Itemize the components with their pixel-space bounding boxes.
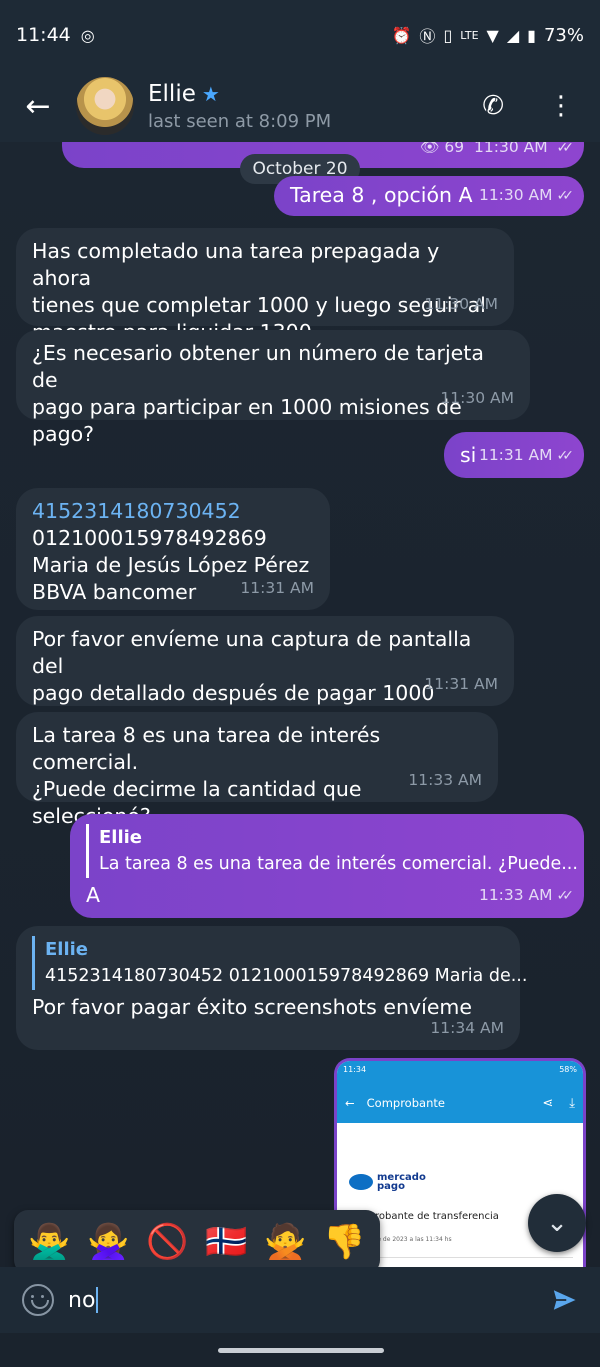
logo-line2: pago [377,1181,405,1192]
alarm-icon: ⏰ [391,25,412,45]
nfc-icon: Ⓝ [419,27,436,46]
reply-quote[interactable]: Ellie La tarea 8 es una tarea de interés… [86,824,578,878]
shot-status-time: 11:34 [343,1065,367,1074]
status-icons: ⏰ Ⓝ ▯ LTE ▼ ◢ ▮ 73% [392,23,585,47]
message-bubble[interactable]: Tarea 8 , opción A 11:30 AM ✓✓ [274,176,584,216]
message-line: 012100015978492869 [32,526,267,550]
emoji-suggestion-bar: 🙅‍♂️ 🙅‍♀️ 🚫 🇳🇴 🙅 👎 [14,1210,380,1267]
send-icon [551,1287,580,1313]
chevron-down-icon: ⌄ [546,1208,568,1238]
battery-icon: ▮ [527,25,536,45]
message-time: 11:31 AM [240,579,314,597]
quote-author: Ellie [45,939,89,960]
message-time: 11:33 AM [478,886,553,904]
mercado-pago-logo: mercado pago [349,1173,426,1192]
back-arrow-icon[interactable]: ← [0,89,76,124]
message-time: 11:33 AM [408,771,482,789]
message-time: 11:31 AM [478,446,553,464]
system-nav-bar [0,1333,600,1367]
message-text: Tarea 8 , opción A [290,183,473,207]
shot-share-icon: ⋖ [542,1095,554,1111]
message-bubble[interactable]: Ellie La tarea 8 es una tarea de interés… [70,814,584,918]
emoji-icon[interactable] [0,1284,76,1316]
quote-text: 4152314180730452 012100015978492869 Mari… [45,966,528,986]
chat-area[interactable]: 👁 69 11:30 AM ✓✓ October 20 Tarea 8 , op… [0,142,600,1267]
card-number-link[interactable]: 4152314180730452 [32,498,314,525]
message-line: Has completado una tarea prepagada y aho… [32,239,440,290]
message-bubble[interactable]: Has completado una tarea prepagada y aho… [16,228,514,344]
shot-back-icon: ← [345,1096,355,1110]
signal-icon: ◢ [506,25,520,45]
message-time: 11:30 AM [440,389,514,407]
message-time: 11:34 AM [430,1019,504,1037]
emoji-suggestion[interactable]: 🇳🇴 [200,1215,254,1267]
message-input-value: no [68,1287,96,1313]
shot-title: Comprobante [366,1096,445,1110]
more-menu-icon[interactable]: ⋮ [548,91,574,121]
scroll-down-button[interactable]: ⌄ [528,1194,586,1252]
eye-icon: 👁 [419,142,440,156]
emoji-suggestion[interactable]: 🙅‍♂️ [23,1215,77,1267]
message-time: 11:30 AM [424,295,498,313]
emoji-suggestion[interactable]: 🙅 [259,1215,313,1267]
message-input[interactable]: no [68,1287,530,1313]
send-button[interactable] [530,1285,600,1315]
message-time: 11:30 AM [478,186,553,204]
home-gesture-pill[interactable] [218,1348,384,1353]
shot-heading: robante de transferencia [375,1211,499,1222]
vibrate-icon: ▯ [443,25,453,45]
premium-star-icon: ★ [201,81,220,106]
status-bar: 11:44 ◎ ⏰ Ⓝ ▯ LTE ▼ ◢ ▮ 73% [0,0,600,70]
message-bubble[interactable]: Ellie 4152314180730452 01210001597849286… [16,926,528,1050]
double-check-icon: ✓✓ [556,888,575,904]
status-time: 11:44 [16,24,71,46]
double-check-icon: ✓✓ [556,448,575,464]
emoji-suggestion[interactable]: 👎 [318,1215,372,1267]
double-check-icon: ✓✓ [556,188,575,204]
quote-author: Ellie [99,827,143,848]
quote-text: La tarea 8 es una tarea de interés comer… [99,854,578,874]
emoji-suggestion[interactable]: 🙅‍♀️ [82,1215,136,1267]
double-check-icon: ✓✓ [556,142,575,156]
message-bubble[interactable]: La tarea 8 es una tarea de interés comer… [16,712,498,828]
message-time: 11:31 AM [424,675,498,693]
message-time: 11:30 AM [474,142,548,156]
shot-download-icon: ⤓ [569,1095,575,1111]
shot-subline: re de 2023 a las 11:34 hs [375,1236,452,1243]
last-seen: last seen at 8:09 PM [148,110,332,132]
volte-icon: LTE [460,28,479,42]
text-caret [96,1287,99,1313]
view-count: 69 [444,142,465,156]
battery-percent: 73% [543,24,584,46]
message-text: si [460,443,477,467]
shot-status-battery: 58% [559,1065,577,1074]
message-bubble[interactable]: ¿Es necesario obtener un número de tarje… [16,330,530,446]
wifi-icon: ▼ [486,25,499,45]
message-bubble[interactable]: si 11:31 AM ✓✓ [444,432,584,478]
avatar[interactable] [76,77,134,135]
emoji-suggestion[interactable]: 🚫 [141,1215,195,1267]
reply-quote[interactable]: Ellie 4152314180730452 01210001597849286… [32,936,528,990]
message-bubble[interactable]: Por favor envíeme una captura de pantall… [16,616,514,732]
contact-name: Ellie [148,80,196,107]
call-icon[interactable]: ✆ [482,91,504,121]
contact-info[interactable]: Ellie ★ last seen at 8:09 PM [148,81,331,132]
message-bubble[interactable]: 4152314180730452 012100015978492869 Mari… [16,488,330,610]
chat-header: ← Ellie ★ last seen at 8:09 PM ✆ ⋮ [0,70,600,142]
instagram-icon: ◎ [80,25,95,45]
message-input-bar: no [0,1267,600,1333]
